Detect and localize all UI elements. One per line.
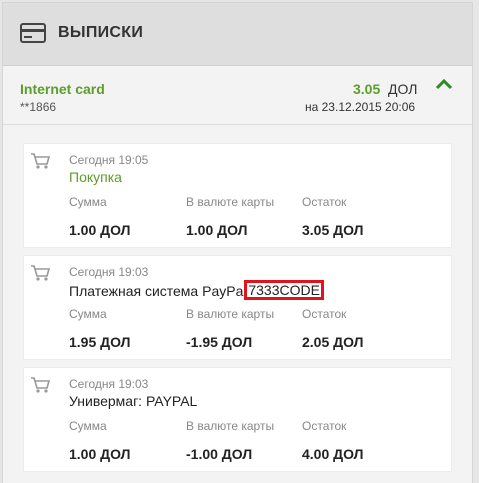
- card-currency-label: В валюте карты: [186, 419, 275, 433]
- account-balance: 3.05: [353, 81, 381, 97]
- balance-value: 3.05 ДОЛ: [302, 222, 364, 238]
- transaction-description: Платежная система PayPa 7333CODE: [69, 280, 324, 301]
- amount-label: Сумма: [69, 195, 107, 209]
- page-title: ВЫПИСКИ: [58, 24, 144, 41]
- shopping-cart-icon: [31, 377, 51, 393]
- divider: [3, 124, 472, 125]
- card-amount-value: 1.00 ДОЛ: [186, 222, 248, 238]
- account-currency: ДОЛ: [388, 81, 418, 97]
- amount-value: 1.00 ДОЛ: [69, 222, 131, 238]
- account-name[interactable]: Internet card: [20, 81, 105, 97]
- amount-label: Сумма: [69, 307, 107, 321]
- highlighted-code: 7333CODE: [244, 280, 324, 300]
- amount-label: Сумма: [69, 419, 107, 433]
- chevron-up-icon[interactable]: [435, 78, 453, 90]
- transaction-time: Сегодня 19:03: [69, 377, 149, 391]
- credit-card-icon: [20, 23, 46, 43]
- card-currency-label: В валюте карты: [186, 307, 275, 321]
- amount-value: 1.95 ДОЛ: [69, 334, 131, 350]
- transaction-time: Сегодня 19:03: [69, 265, 149, 279]
- transaction-time: Сегодня 19:05: [69, 153, 149, 167]
- statements-header: ВЫПИСКИ: [3, 3, 472, 66]
- balance-label: Остаток: [302, 195, 347, 209]
- shopping-cart-icon: [31, 265, 51, 281]
- transaction-item[interactable]: Сегодня 19:03 Универмаг: PAYPAL Сумма В …: [23, 367, 452, 472]
- description-text: Платежная система PayPa: [69, 283, 244, 299]
- statements-panel: ВЫПИСКИ Internet card **1866 3.05 ДОЛ на…: [2, 2, 473, 483]
- balance-value: 2.05 ДОЛ: [302, 334, 364, 350]
- card-amount-value: -1.00 ДОЛ: [186, 446, 253, 462]
- balance-label: Остаток: [302, 307, 347, 321]
- shopping-cart-icon: [31, 153, 51, 169]
- amount-value: 1.00 ДОЛ: [69, 446, 131, 462]
- account-date: на 23.12.2015 20:06: [305, 100, 416, 114]
- balance-label: Остаток: [302, 419, 347, 433]
- transaction-item[interactable]: Сегодня 19:05 Покупка Сумма В валюте кар…: [23, 143, 452, 248]
- balance-value: 4.00 ДОЛ: [302, 446, 364, 462]
- card-amount-value: -1.95 ДОЛ: [186, 334, 253, 350]
- card-currency-label: В валюте карты: [186, 195, 275, 209]
- account-number: **1866: [20, 100, 57, 114]
- transaction-description: Покупка: [69, 169, 122, 185]
- transaction-description: Универмаг: PAYPAL: [69, 393, 198, 409]
- transaction-item[interactable]: Сегодня 19:03 Платежная система PayPa 733…: [23, 255, 452, 360]
